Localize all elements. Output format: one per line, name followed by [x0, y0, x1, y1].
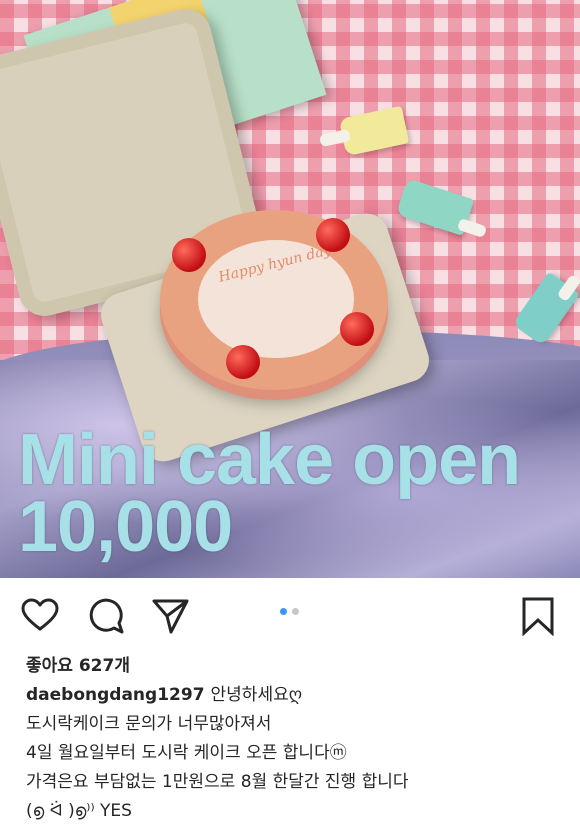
popsicle-eraser-yellow — [338, 105, 410, 157]
carousel-dot — [292, 608, 299, 615]
caption-line: 도시락케이크 문의가 너무많아져서 — [26, 714, 272, 734]
cherry-decoration — [340, 312, 374, 346]
caption-line: (൭ ᐛ )൭⁾⁾ YES — [26, 801, 132, 821]
username-link[interactable]: daebongdang1297 — [26, 685, 205, 705]
caption-text: 안녕하세요ღ — [210, 685, 303, 705]
bookmark-icon[interactable] — [518, 596, 558, 636]
cherry-decoration — [316, 218, 350, 252]
cherry-decoration — [226, 345, 260, 379]
caption-line: 4일 월요일부터 도시락 케이크 오픈 합니다ⓜ — [26, 743, 347, 763]
heart-icon[interactable] — [20, 596, 60, 636]
comment-icon[interactable] — [86, 596, 126, 636]
caption-line: daebongdang1297 안녕하세요ღ — [26, 681, 566, 710]
promo-price: 10,000 — [18, 487, 233, 567]
send-icon[interactable] — [150, 596, 190, 636]
caption-line: 가격은요 부담없는 1만원으로 8월 한달간 진행 합니다 — [26, 772, 409, 792]
popsicle-stick — [456, 217, 488, 239]
post-photo[interactable]: ils Happy hyun day Mini cake open 10,000 — [0, 0, 580, 578]
cherry-decoration — [172, 238, 206, 272]
carousel-dot-active — [280, 608, 287, 615]
post-action-bar — [0, 578, 580, 648]
likes-count[interactable]: 좋아요 627개 — [26, 652, 566, 681]
post-caption: 좋아요 627개 daebongdang1297 안녕하세요ღ 도시락케이크 문의… — [26, 652, 566, 826]
